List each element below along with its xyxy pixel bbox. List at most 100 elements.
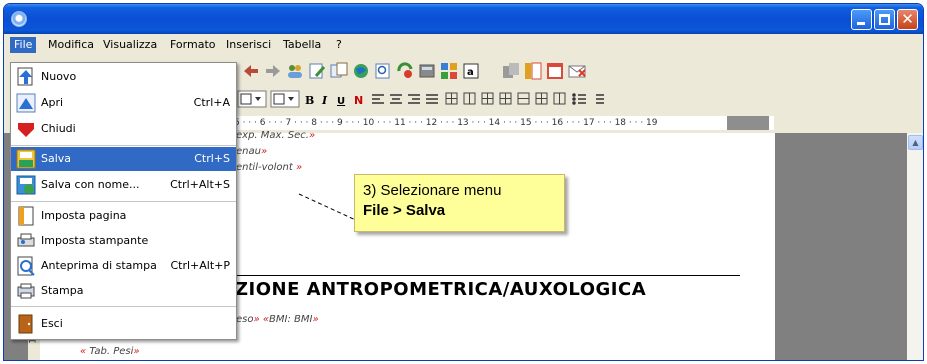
menu-item-label: Anteprima di stampa (41, 259, 157, 272)
doc-field-1-text: exp. Max. Sec. (236, 130, 309, 141)
menu-item-imposta-pagina[interactable]: Imposta pagina (11, 204, 236, 228)
menu-item-label: Imposta pagina (41, 209, 127, 222)
users-icon[interactable] (286, 62, 304, 80)
menu-item-nuovo[interactable]: Nuovo (11, 65, 236, 89)
menu-item-shortcut: Ctrl+Alt+P (170, 259, 230, 272)
heading-rule (235, 275, 740, 276)
print-preview-icon (16, 256, 36, 276)
guillemet-close: » (312, 314, 319, 325)
title-bar: ✕ (4, 4, 923, 34)
application-window: ✕ File Modifica Visualizza Formato Inser… (3, 3, 924, 361)
document-list-icon[interactable] (330, 62, 348, 80)
menu-formato[interactable]: Formato (166, 37, 220, 53)
save-icon (16, 149, 36, 169)
section-heading: ZIONE ANTROPOMETRICA/AUXOLOGICA (235, 279, 647, 300)
ruler-scale: 5 · · · 6 · · · 7 · · · 8 · · · 9 · · · … (234, 116, 774, 130)
guillemet-close: » (292, 162, 303, 173)
menu-item-shortcut: Ctrl+Alt+S (170, 178, 230, 191)
close-document-icon (16, 119, 36, 139)
printer-icon (16, 281, 36, 301)
menu-separator (11, 145, 236, 146)
doc-field-3-text: entil-volont (236, 162, 293, 173)
menu-help[interactable]: ? (332, 37, 346, 53)
guillemet-close: » « (253, 314, 270, 325)
menu-file[interactable]: File (10, 37, 37, 53)
doc-field-6: « Tab. Pesi» (80, 346, 140, 357)
svg-text:U: U (337, 96, 345, 107)
text-box-icon[interactable]: a (462, 62, 480, 80)
menu-item-imposta-stampante[interactable]: Imposta stampante (11, 229, 236, 253)
menu-inserisci[interactable]: Inserisci (222, 37, 275, 53)
vertical-scrollbar[interactable]: ▲ (907, 133, 923, 360)
menu-separator (11, 201, 236, 202)
printer-setup-icon (16, 231, 36, 251)
menu-item-label: Imposta stampante (41, 234, 149, 247)
guillemet-close: » (260, 146, 268, 157)
svg-text:I: I (321, 94, 328, 107)
ruler-margin-marker[interactable] (727, 116, 769, 130)
doc-field-1: exp. Max. Sec.» (236, 130, 315, 141)
minimize-icon (857, 22, 865, 25)
callout-step-text: 3) Selezionare menu (363, 182, 502, 199)
guillemet-close: » (308, 130, 316, 141)
svg-text:B: B (305, 94, 314, 107)
calculator-icon[interactable] (418, 62, 436, 80)
menu-visualizza[interactable]: Visualizza (99, 37, 161, 53)
svg-text:N: N (354, 94, 363, 107)
save-as-icon (16, 175, 36, 195)
menu-tabella[interactable]: Tabella (279, 37, 325, 53)
guillemet-open: « (80, 346, 90, 357)
menu-item-salva[interactable]: Salva Ctrl+S (11, 147, 236, 171)
menu-item-label: Esci (41, 317, 63, 330)
menu-item-chiudi[interactable]: Chiudi (11, 117, 236, 141)
menu-item-esci[interactable]: Esci (11, 312, 236, 336)
menu-item-label: Chiudi (41, 122, 76, 135)
maximize-button[interactable] (874, 9, 895, 30)
menu-item-label: Salva (41, 152, 72, 165)
menu-item-apri[interactable]: Apri Ctrl+A (11, 91, 236, 115)
back-arrow-icon[interactable] (242, 62, 260, 80)
menu-item-label: Nuovo (41, 70, 77, 83)
menu-item-label: Salva con nome... (41, 178, 140, 191)
guillemet-close: » (133, 346, 140, 357)
doc-field-2-text: enau (236, 146, 261, 157)
globe-icon[interactable] (352, 62, 370, 80)
grid-layout-icon[interactable] (440, 62, 458, 80)
search-document-icon[interactable] (374, 62, 392, 80)
doc-field-2: enau» (236, 146, 267, 157)
minimize-button[interactable] (851, 9, 872, 30)
menu-item-stampa[interactable]: Stampa (11, 279, 236, 303)
menu-separator (11, 306, 236, 307)
doc-field-4-text: eso (236, 314, 254, 325)
refresh-icon[interactable] (396, 62, 414, 80)
menu-item-label: Apri (41, 96, 64, 109)
menu-item-label: Stampa (41, 284, 84, 297)
menu-item-anteprima-di-stampa[interactable]: Anteprima di stampa Ctrl+Alt+P (11, 254, 236, 278)
close-button[interactable]: ✕ (897, 9, 918, 30)
doc-field-5-text: BMI: BMI (269, 314, 313, 325)
forward-arrow-icon[interactable] (264, 62, 282, 80)
doc-field-4: eso» «BMI: BMI» (236, 314, 319, 325)
menu-item-shortcut: Ctrl+A (193, 96, 230, 109)
menu-modifica[interactable]: Modifica (44, 37, 98, 53)
window-icon[interactable] (546, 62, 564, 80)
menu-item-shortcut: Ctrl+S (194, 152, 230, 165)
form-edit-icon[interactable] (308, 62, 326, 80)
doc-field-6-text: Tab. Pesi (89, 346, 134, 357)
open-icon (16, 93, 36, 113)
menu-bar: File Modifica Visualizza Formato Inseris… (4, 34, 923, 56)
doc-field-3: entil-volont » (236, 162, 302, 173)
exit-door-icon (16, 314, 36, 334)
columns-icon[interactable] (524, 62, 542, 80)
new-document-icon (16, 67, 36, 87)
copy-icon[interactable] (502, 62, 520, 80)
maximize-icon (879, 14, 890, 25)
file-menu-dropdown: Nuovo Apri Ctrl+A Chiudi Salva Ctrl+S Sa… (10, 62, 237, 340)
instruction-callout: 3) Selezionare menu File > Salva (354, 174, 565, 232)
page-setup-icon (16, 206, 36, 226)
mail-delete-icon[interactable] (568, 62, 586, 80)
callout-menu-path: File > Salva (363, 202, 446, 219)
menu-item-salva-con-nome[interactable]: Salva con nome... Ctrl+Alt+S (11, 173, 236, 197)
scroll-up-arrow-icon[interactable]: ▲ (908, 135, 923, 150)
app-icon[interactable] (11, 11, 27, 27)
